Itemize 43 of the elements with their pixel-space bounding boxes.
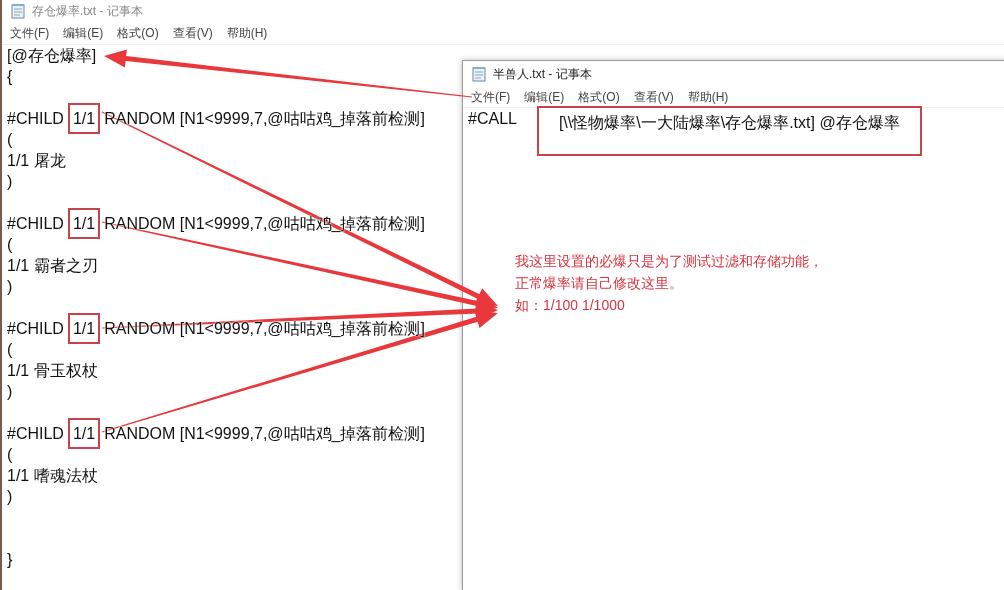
code-line: 1/1 骨玉权杖 [7,361,98,381]
code-keyword: #CALL [468,109,517,129]
code-line: ) [7,382,13,402]
menu-item[interactable]: 格式(O) [117,24,159,42]
highlighted-rate: 1/1 [67,418,101,449]
code-keyword: #CHILD [7,424,64,444]
menu-item[interactable]: 文件(F) [10,24,50,42]
window-title: 半兽人.txt - 记事本 [493,65,592,83]
menu-item[interactable]: 格式(O) [578,88,620,106]
code-keyword: #CHILD [7,214,64,234]
code-line: ( [7,235,13,255]
menu-item[interactable]: 查看(V) [172,24,213,42]
code-keyword: #CHILD [7,319,64,339]
menu-item[interactable]: 帮助(H) [226,24,268,42]
annotation-text: 正常爆率请自己修改这里。 [515,274,684,293]
menu-item[interactable]: 帮助(H) [687,88,729,106]
code-line: 1/1 嗜魂法杖 [7,466,98,486]
code-line: } [7,550,13,570]
code-line: { [7,67,13,87]
code-line: ( [7,445,13,465]
highlighted-path: [\\怪物爆率\一大陆爆率\存仓爆率.txt] @存仓爆率 [536,106,922,156]
highlighted-rate: 1/1 [67,103,101,134]
window-title: 存仓爆率.txt - 记事本 [32,2,143,20]
highlighted-rate: 1/1 [67,208,101,239]
menu-item[interactable]: 文件(F) [471,88,511,106]
code-line: ( [7,130,13,150]
code-line: ) [7,172,13,192]
annotation-text: 我这里设置的必爆只是为了测试过滤和存储功能， [515,252,824,271]
annotation-text: 如：1/100 1/1000 [515,296,626,315]
notepad-icon [10,3,26,19]
code-line: ) [7,277,13,297]
code-line: ) [7,487,13,507]
menu-item[interactable]: 查看(V) [633,88,674,106]
menu-item[interactable]: 编辑(E) [63,24,104,42]
notepad-icon [471,66,487,82]
code-line: 1/1 屠龙 [7,151,66,171]
menu-item[interactable]: 编辑(E) [524,88,565,106]
code-keyword: #CHILD [7,109,64,129]
code-text: RANDOM [N1<9999,7,@咕咕鸡_掉落前检测] [104,424,425,444]
code-line: [@存仓爆率] [7,46,97,66]
code-line: ( [7,340,13,360]
highlighted-rate: 1/1 [67,313,101,344]
code-line: 1/1 霸者之刃 [7,256,98,276]
